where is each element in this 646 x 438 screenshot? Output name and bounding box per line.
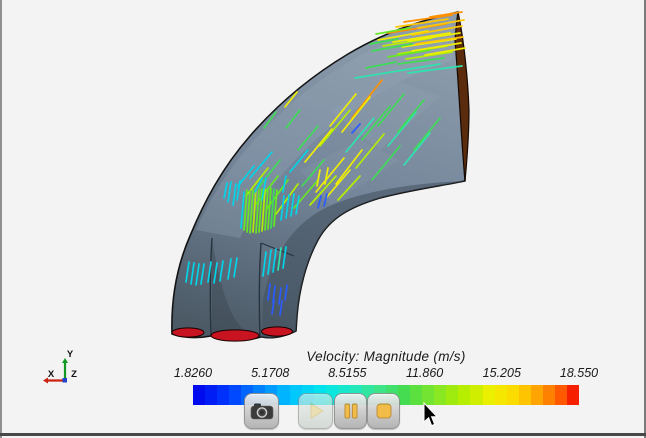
colorbar-segment xyxy=(193,385,206,405)
tick-label: 1.8260 xyxy=(173,366,213,380)
pause-icon xyxy=(344,403,357,419)
inlet-face xyxy=(261,326,293,337)
colorbar-segment xyxy=(530,385,543,405)
play-icon xyxy=(310,402,324,420)
tick-label: 5.1708 xyxy=(251,366,290,380)
render-view-window: X Y Z Velocity: Magnitude (m/s) 1.8260 5… xyxy=(0,0,646,438)
tick-label: 18.550 xyxy=(559,366,599,380)
play-button[interactable] xyxy=(298,393,333,429)
window-border-left xyxy=(0,0,2,438)
colorbar-segment xyxy=(217,385,230,405)
colorbar-segment xyxy=(518,385,531,405)
colorbar-segment xyxy=(446,385,459,405)
colorbar-segment xyxy=(410,385,423,405)
colorbar-segment xyxy=(494,385,507,405)
colorbar-segment xyxy=(205,385,218,405)
colorbar-segment xyxy=(542,385,555,405)
colorbar-segment xyxy=(554,385,567,405)
z-axis-label: Z xyxy=(71,369,77,380)
colorbar-segment xyxy=(229,385,242,405)
scalarbar-ticks: 1.8260 5.1708 8.5155 11.860 15.205 18.55… xyxy=(174,366,598,382)
colorbar-segment xyxy=(506,385,519,405)
colorbar-segment xyxy=(277,385,290,405)
scalarbar-title: Velocity: Magnitude (m/s) xyxy=(306,349,466,364)
tick-label: 15.205 xyxy=(482,366,521,380)
camera-icon xyxy=(250,403,273,420)
mouse-cursor xyxy=(423,402,439,427)
x-axis-label: X xyxy=(48,369,55,380)
camera-button[interactable] xyxy=(244,393,279,429)
stop-button[interactable] xyxy=(367,393,400,429)
window-border-bottom xyxy=(0,433,646,436)
y-axis-label: Y xyxy=(67,349,74,360)
tick-label: 8.5155 xyxy=(328,366,367,380)
stop-icon xyxy=(376,403,391,419)
inlet-face xyxy=(210,329,260,342)
colorbar-segment xyxy=(482,385,495,405)
colorbar-segment xyxy=(470,385,483,405)
tick-label: 11.860 xyxy=(405,366,444,380)
z-axis-icon xyxy=(62,378,67,383)
axes-triad: X Y Z xyxy=(43,349,77,384)
colorbar-segment xyxy=(566,385,579,405)
pause-button[interactable] xyxy=(334,393,367,429)
colorbar-segment xyxy=(458,385,471,405)
inlet-face xyxy=(171,327,205,338)
